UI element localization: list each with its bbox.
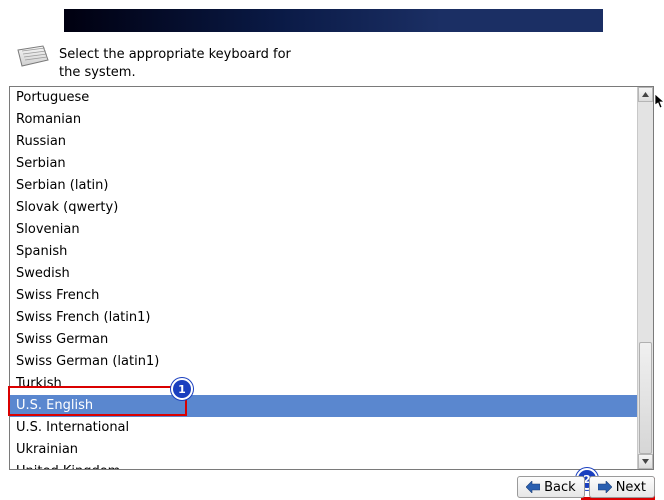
button-row: Back Next <box>517 476 655 498</box>
list-item[interactable]: United Kingdom <box>10 461 637 469</box>
list-item[interactable]: Swiss French (latin1) <box>10 307 637 329</box>
list-item[interactable]: U.S. International <box>10 417 637 439</box>
list-item[interactable]: Serbian <box>10 153 637 175</box>
list-item[interactable]: Slovenian <box>10 219 637 241</box>
keyboard-list-frame: PortugueseRomanianRussianSerbianSerbian … <box>9 86 654 470</box>
list-item[interactable]: Turkish <box>10 373 637 395</box>
scrollbar[interactable] <box>637 87 653 469</box>
list-item[interactable]: Swiss French <box>10 285 637 307</box>
instruction-line: Select the appropriate keyboard for <box>59 46 291 64</box>
back-button-label: Back <box>544 480 576 495</box>
list-item[interactable]: Ukrainian <box>10 439 637 461</box>
list-item[interactable]: Spanish <box>10 241 637 263</box>
list-item[interactable]: Serbian (latin) <box>10 175 637 197</box>
scroll-down-button[interactable] <box>638 454 653 469</box>
list-item[interactable]: Portuguese <box>10 87 637 109</box>
next-button-label: Next <box>616 480 646 495</box>
instruction-text: Select the appropriate keyboard for the … <box>59 40 291 81</box>
instruction-line: the system. <box>59 64 291 82</box>
scrollbar-thumb[interactable] <box>639 342 652 454</box>
keyboard-list[interactable]: PortugueseRomanianRussianSerbianSerbian … <box>10 87 637 469</box>
scroll-up-button[interactable] <box>638 87 653 102</box>
back-button[interactable]: Back <box>517 476 585 498</box>
next-button[interactable]: Next <box>589 476 655 498</box>
scrollbar-track[interactable] <box>638 102 653 454</box>
banner-header <box>64 9 603 32</box>
list-item[interactable]: Romanian <box>10 109 637 131</box>
keyboard-icon <box>15 40 49 70</box>
mouse-cursor-icon <box>655 94 664 113</box>
arrow-left-icon <box>526 481 540 493</box>
list-item[interactable]: Slovak (qwerty) <box>10 197 637 219</box>
header-row: Select the appropriate keyboard for the … <box>15 40 649 81</box>
list-item[interactable]: Swiss German (latin1) <box>10 351 637 373</box>
arrow-right-icon <box>598 481 612 493</box>
list-item[interactable]: U.S. English <box>10 395 637 417</box>
list-item[interactable]: Swedish <box>10 263 637 285</box>
list-item[interactable]: Russian <box>10 131 637 153</box>
list-item[interactable]: Swiss German <box>10 329 637 351</box>
